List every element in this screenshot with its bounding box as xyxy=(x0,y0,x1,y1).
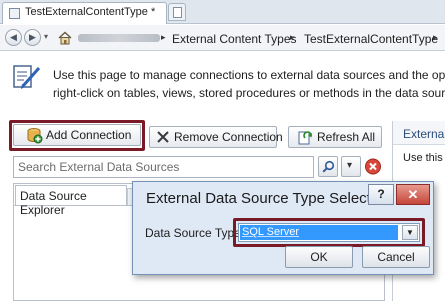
cancel-button[interactable]: Cancel xyxy=(362,246,430,268)
chevron-down-icon[interactable]: ▼ xyxy=(402,225,418,240)
home-icon[interactable] xyxy=(58,31,72,45)
new-tab-button[interactable] xyxy=(168,3,186,21)
breadcrumb-item-external-content-types[interactable]: External Content Types xyxy=(172,32,297,46)
document-tab-strip: TestExternalContentType * xyxy=(0,0,445,24)
breadcrumb-item-content-type[interactable]: TestExternalContentType xyxy=(304,32,438,46)
remove-icon xyxy=(157,131,169,143)
dialog-title: External Data Source Type Selection xyxy=(146,190,391,207)
ok-button[interactable]: OK xyxy=(285,246,353,268)
remove-connection-button[interactable]: Remove Connection xyxy=(149,126,283,148)
refresh-all-label: Refresh All xyxy=(317,130,376,144)
close-button[interactable]: ✕ xyxy=(396,184,430,205)
new-document-icon xyxy=(173,7,182,18)
chevron-down-icon: ▾ xyxy=(347,160,353,171)
breadcrumb-separator: ▸ xyxy=(161,32,166,42)
data-source-type-select[interactable]: SQL Server ▼ xyxy=(238,223,420,242)
edit-connections-icon xyxy=(13,65,41,89)
search-placeholder: Search External Data Sources xyxy=(18,160,180,174)
cancel-label: Cancel xyxy=(377,250,415,264)
document-tab-title: TestExternalContentType * xyxy=(25,6,156,18)
breadcrumb-separator: ▸ xyxy=(290,32,295,42)
refresh-icon xyxy=(298,131,312,145)
back-button[interactable]: ◀ xyxy=(5,29,22,46)
clear-search-icon[interactable] xyxy=(364,157,382,176)
document-tab[interactable]: TestExternalContentType * xyxy=(2,2,167,24)
site-name-redacted xyxy=(78,34,160,42)
search-button[interactable] xyxy=(318,156,338,177)
tab-data-source-explorer[interactable]: Data Source Explorer xyxy=(15,185,127,217)
ok-label: OK xyxy=(310,250,328,264)
external-system-pane-header: Externa xyxy=(393,121,445,145)
search-options-button[interactable]: ▾ xyxy=(341,156,361,177)
help-icon: ? xyxy=(377,187,385,201)
instructions-text: Use this page to manage connections to e… xyxy=(53,66,445,102)
breadcrumb-separator: ▸ xyxy=(433,32,438,42)
document-icon xyxy=(9,8,20,19)
instructions-line-2: right-click on tables, views, stored pro… xyxy=(53,86,445,100)
navigation-bar: ◀ ▶ ▾ ▸ External Content Types ▸ TestExt… xyxy=(0,25,445,51)
external-data-source-type-dialog: External Data Source Type Selection ? ✕ … xyxy=(132,181,434,275)
instructions-line-1: Use this page to manage connections to e… xyxy=(53,68,445,82)
data-source-type-label: Data Source Type xyxy=(145,226,241,240)
refresh-all-button[interactable]: Refresh All xyxy=(288,126,382,148)
search-icon xyxy=(322,160,335,173)
add-connection-label: Add Connection xyxy=(46,128,132,142)
forward-button[interactable]: ▶ xyxy=(24,29,41,46)
help-button[interactable]: ? xyxy=(368,184,394,205)
add-connection-icon xyxy=(27,128,43,144)
remove-connection-label: Remove Connection xyxy=(174,130,283,144)
search-data-sources-input[interactable]: Search External Data Sources xyxy=(13,156,314,178)
data-source-type-value: SQL Server xyxy=(240,225,398,240)
external-system-pane-text: Use this xyxy=(403,152,443,164)
add-connection-button[interactable]: Add Connection xyxy=(13,124,141,146)
close-icon: ✕ xyxy=(407,187,419,202)
history-dropdown-icon[interactable]: ▾ xyxy=(44,32,48,41)
